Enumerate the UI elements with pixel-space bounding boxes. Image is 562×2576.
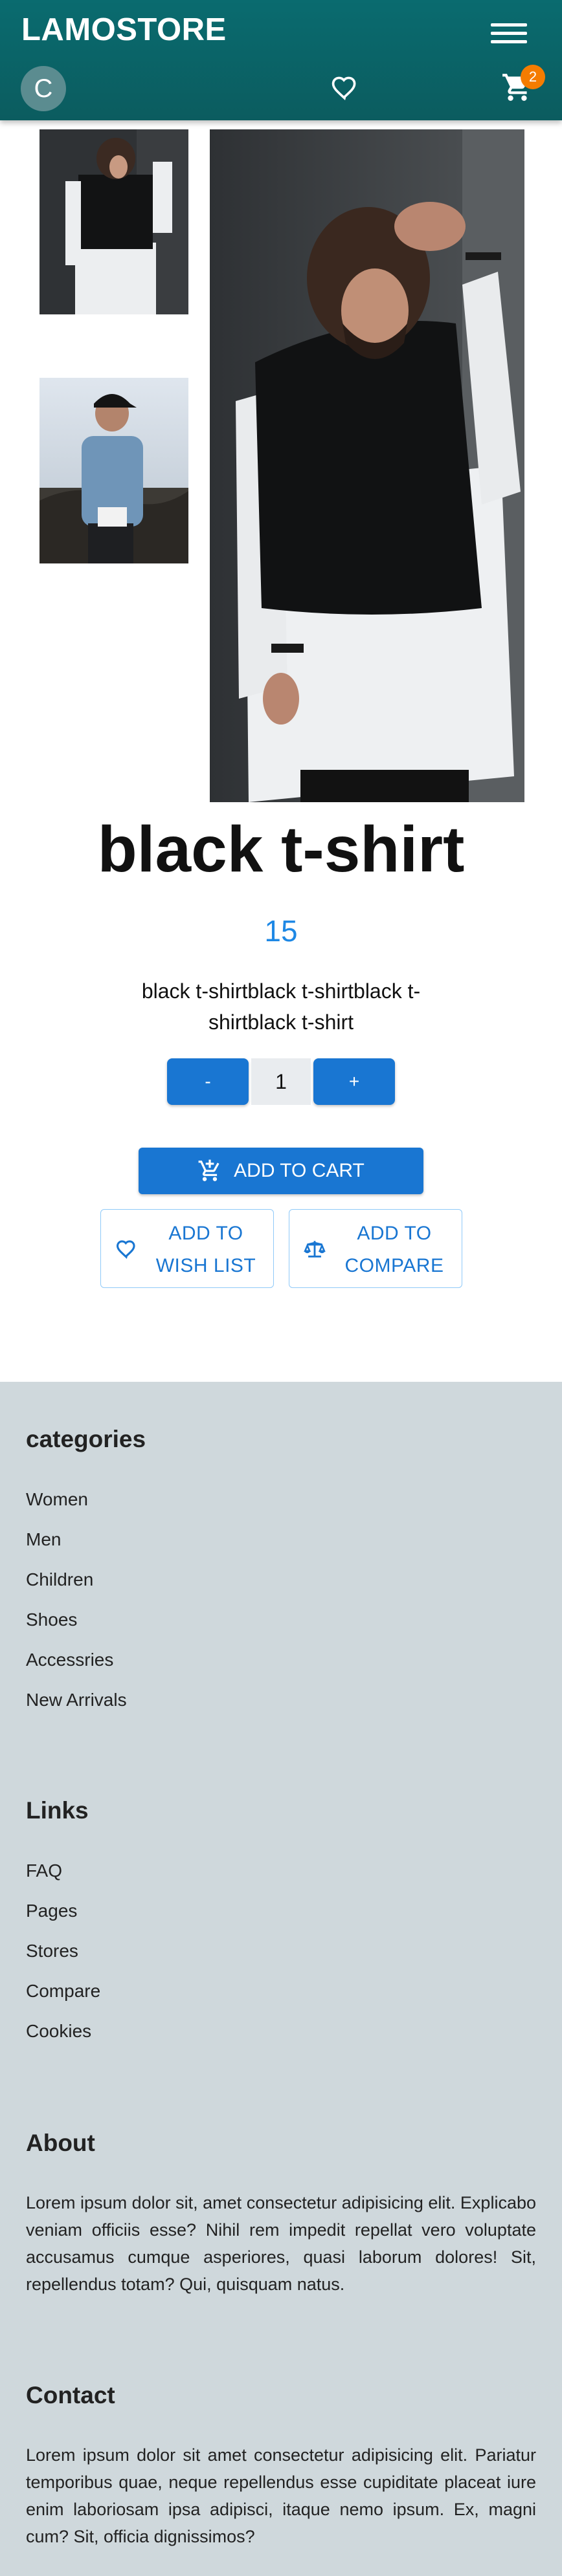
compare-label-line1: ADD TO [357,1223,432,1244]
product-main-image [210,129,524,802]
app-bar: LAMOSTORE C 2 [0,0,562,120]
add-to-compare-button[interactable]: ADD TO COMPARE [289,1209,462,1288]
heart-icon [332,76,356,101]
footer: categories Women Men Children Shoes Acce… [0,1382,562,2576]
wishlist-label-line1: ADD TO [168,1223,243,1244]
add-to-cart-label: ADD TO CART [234,1160,365,1181]
footer-links-title: Links [26,1797,89,1824]
add-to-wishlist-button[interactable]: ADD TO WISH LIST [100,1209,274,1288]
hamburger-menu-icon [491,40,527,43]
quantity-decrease-button[interactable]: - [167,1058,249,1105]
footer-category-link[interactable]: Children [26,1569,93,1590]
avatar[interactable]: C [21,66,66,111]
quantity-input[interactable] [251,1058,311,1105]
heart-icon [115,1238,137,1265]
footer-contact-text: Lorem ipsum dolor sit amet consectetur a… [26,2445,536,2546]
product-thumbnail-image [39,129,188,314]
footer-category-link[interactable]: Accessries [26,1650,113,1670]
add-to-cart-button[interactable]: ADD TO CART [139,1148,423,1194]
product-thumbnail-image [39,378,188,563]
footer-link[interactable]: Stores [26,1941,78,1961]
product-thumbnail-1[interactable] [39,129,188,314]
balance-scale-icon [304,1238,326,1265]
brand-logo[interactable]: LAMOSTORE [21,12,227,48]
wishlist-button[interactable] [330,74,359,102]
hamburger-menu-icon [491,32,527,35]
compare-label-line2: COMPARE [344,1255,444,1276]
footer-link[interactable]: Cookies [26,2021,91,2042]
product-title: black t-shirt [97,813,465,886]
footer-category-link[interactable]: Men [26,1529,61,1550]
footer-link[interactable]: Compare [26,1981,100,2002]
menu-button[interactable] [491,18,527,48]
wishlist-label-line2: WISH LIST [155,1255,256,1276]
footer-link[interactable]: FAQ [26,1861,62,1881]
cart-count-badge: 2 [521,65,545,89]
footer-link[interactable]: Pages [26,1901,77,1921]
hamburger-menu-icon [491,23,527,27]
footer-contact-title: Contact [26,2382,115,2408]
product-photo [210,129,524,802]
footer-category-link[interactable]: Women [26,1489,88,1510]
footer-category-link[interactable]: New Arrivals [26,1690,127,1710]
footer-about-text: Lorem ipsum dolor sit, amet consectetur … [26,2193,536,2294]
product-description: black t-shirtblack t-shirtblack t-shirtb… [141,979,421,1034]
add-shopping-cart-icon [198,1159,219,1181]
footer-categories-title: categories [26,1426,146,1452]
footer-about-title: About [26,2130,95,2156]
quantity-increase-button[interactable]: + [313,1058,395,1105]
footer-category-link[interactable]: Shoes [26,1610,77,1630]
product-price: 15 [264,914,298,948]
product-thumbnail-2[interactable] [39,378,188,563]
